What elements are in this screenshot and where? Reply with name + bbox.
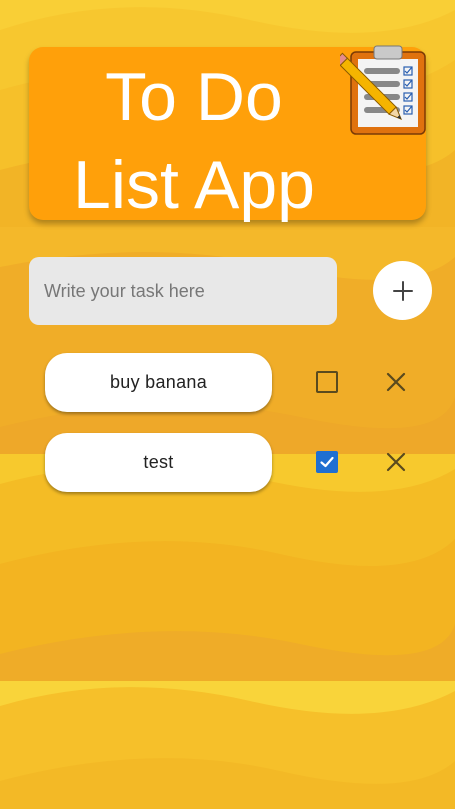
close-icon[interactable] xyxy=(386,452,406,472)
task-row: buy banana xyxy=(45,353,445,414)
task-row: test xyxy=(45,433,445,494)
task-input[interactable] xyxy=(29,257,337,325)
checkmark-icon xyxy=(320,456,334,468)
task-label[interactable]: test xyxy=(45,433,272,492)
task-checkbox[interactable] xyxy=(316,371,338,393)
plus-icon xyxy=(392,280,413,301)
app-title: To Do List App xyxy=(73,59,315,223)
app-header: To Do List App xyxy=(29,45,426,223)
task-checkbox[interactable] xyxy=(316,451,338,473)
add-task-button[interactable] xyxy=(373,261,432,320)
close-icon[interactable] xyxy=(386,372,406,392)
background-band xyxy=(0,681,455,809)
clipboard-checklist-pencil-icon xyxy=(340,45,426,135)
task-label[interactable]: buy banana xyxy=(45,353,272,412)
